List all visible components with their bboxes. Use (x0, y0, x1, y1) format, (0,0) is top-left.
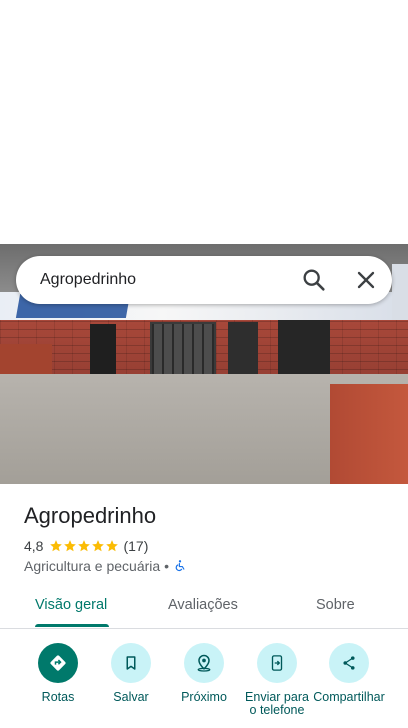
photo-side-sign (392, 264, 408, 324)
directions-icon (38, 643, 78, 683)
star-icon (64, 540, 77, 552)
close-icon[interactable] (352, 266, 380, 294)
nearby-button[interactable]: Próximo (167, 643, 241, 704)
star-icon (92, 540, 105, 552)
photo-pillar (330, 384, 408, 484)
active-tab-indicator (35, 624, 109, 627)
directions-label: Rotas (41, 690, 75, 704)
save-button[interactable]: Salvar (94, 643, 168, 704)
nearby-icon (184, 643, 224, 683)
star-icon (78, 540, 91, 552)
star-icon (50, 540, 63, 552)
send-to-phone-label: Enviar para o telefone (245, 690, 309, 717)
directions-button[interactable]: Rotas (21, 643, 95, 704)
search-query[interactable]: Agropedrinho (40, 271, 136, 289)
send-to-phone-button[interactable]: Enviar para o telefone (240, 643, 314, 717)
place-category: Agricultura e pecuária • (24, 558, 169, 574)
star-icon (106, 540, 119, 552)
nearby-label: Próximo (181, 690, 227, 704)
search-icon[interactable] (300, 266, 328, 294)
bookmark-icon (111, 643, 151, 683)
category-row: Agricultura e pecuária • (24, 557, 187, 575)
tab-about[interactable]: Sobre (316, 597, 355, 613)
send-to-phone-icon (257, 643, 297, 683)
wheelchair-accessible-icon (173, 559, 187, 573)
share-label: Compartilhar (313, 690, 385, 704)
share-button[interactable]: Compartilhar (312, 643, 386, 704)
tab-reviews[interactable]: Avaliações (168, 597, 238, 613)
share-icon (329, 643, 369, 683)
save-label: Salvar (113, 690, 149, 704)
photo-window (150, 322, 216, 378)
rating-row[interactable]: 4,8 (17) (24, 537, 148, 555)
star-rating (49, 539, 119, 553)
review-count: (17) (123, 538, 149, 554)
tab-bar: Visão geral Avaliações Sobre (0, 586, 408, 629)
rating-value: 4,8 (24, 538, 44, 554)
blank-map-area (0, 0, 408, 244)
tab-overview[interactable]: Visão geral (35, 597, 107, 613)
place-title: Agropedrinho (24, 503, 157, 528)
search-bar[interactable]: Agropedrinho (16, 256, 392, 304)
